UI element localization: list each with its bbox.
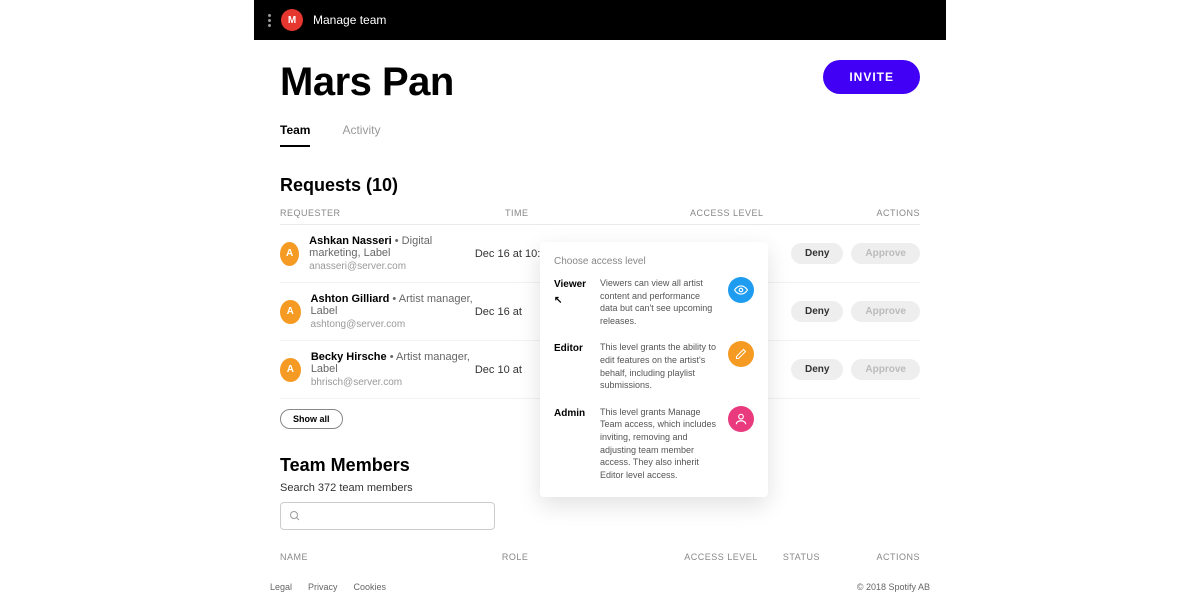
- option-description: This level grants Manage Team access, wh…: [600, 406, 718, 482]
- requester-name: Ashton Gilliard • Artist manager, Label: [311, 293, 475, 317]
- search-input[interactable]: [280, 502, 495, 530]
- option-label: Editor: [554, 341, 590, 354]
- col-time: TIME: [505, 208, 690, 218]
- approve-button: Approve: [851, 359, 920, 380]
- col-name: NAME: [280, 552, 502, 562]
- avatar: A: [280, 300, 301, 324]
- topbar-title: Manage team: [313, 13, 386, 27]
- topbar: M Manage team: [254, 0, 946, 40]
- col-access: ACCESS LEVEL: [690, 208, 870, 218]
- option-description: This level grants the ability to edit fe…: [600, 341, 718, 391]
- requester-name: Becky Hirsche • Artist manager, Label: [311, 351, 475, 375]
- requester-email: bhrisch@server.com: [311, 377, 475, 388]
- requests-header-row: REQUESTER TIME ACCESS LEVEL ACTIONS: [280, 208, 920, 225]
- footer-copyright: © 2018 Spotify AB: [857, 582, 930, 592]
- dropdown-title: Choose access level: [554, 256, 754, 267]
- page-title: Mars Pan: [280, 60, 454, 105]
- option-label: Admin: [554, 406, 590, 419]
- col-actions: ACTIONS: [870, 208, 920, 218]
- access-level-dropdown: Choose access level Viewer↖ Viewers can …: [540, 242, 768, 497]
- kebab-menu-icon[interactable]: [268, 14, 271, 27]
- access-option-viewer[interactable]: Viewer↖ Viewers can view all artist cont…: [554, 277, 754, 327]
- avatar: A: [280, 242, 299, 266]
- col-access-m: ACCESS LEVEL: [684, 552, 783, 562]
- editor-icon: [728, 341, 754, 367]
- avatar: A: [280, 358, 301, 382]
- access-option-editor[interactable]: Editor This level grants the ability to …: [554, 341, 754, 391]
- cursor-icon: ↖: [554, 295, 562, 306]
- approve-button: Approve: [851, 301, 920, 322]
- col-role: ROLE: [502, 552, 684, 562]
- requester-email: ashtong@server.com: [311, 319, 475, 330]
- footer-link-privacy[interactable]: Privacy: [308, 582, 338, 592]
- footer: Legal Privacy Cookies © 2018 Spotify AB: [270, 582, 930, 592]
- tabs: Team Activity: [280, 123, 920, 147]
- search-icon: [289, 510, 301, 522]
- option-label: Viewer↖: [554, 277, 590, 290]
- deny-button[interactable]: Deny: [791, 243, 843, 264]
- tab-team[interactable]: Team: [280, 123, 310, 147]
- show-all-button[interactable]: Show all: [280, 409, 343, 429]
- requests-heading: Requests (10): [280, 175, 920, 196]
- requester-name: Ashkan Nasseri • Digital marketing, Labe…: [309, 235, 475, 259]
- requester-email: anasseri@server.com: [309, 261, 475, 272]
- footer-link-legal[interactable]: Legal: [270, 582, 292, 592]
- access-option-admin[interactable]: Admin This level grants Manage Team acce…: [554, 406, 754, 482]
- deny-button[interactable]: Deny: [791, 359, 843, 380]
- col-actions-m: ACTIONS: [876, 552, 920, 562]
- admin-icon: [728, 406, 754, 432]
- col-requester: REQUESTER: [280, 208, 505, 218]
- invite-button[interactable]: INVITE: [823, 60, 920, 94]
- option-description: Viewers can view all artist content and …: [600, 277, 718, 327]
- avatar[interactable]: M: [281, 9, 303, 31]
- footer-link-cookies[interactable]: Cookies: [354, 582, 387, 592]
- members-header-row: NAME ROLE ACCESS LEVEL STATUS ACTIONS: [280, 552, 920, 566]
- viewer-icon: [728, 277, 754, 303]
- deny-button[interactable]: Deny: [791, 301, 843, 322]
- col-status: STATUS: [783, 552, 877, 562]
- tab-activity[interactable]: Activity: [342, 123, 380, 147]
- approve-button: Approve: [851, 243, 920, 264]
